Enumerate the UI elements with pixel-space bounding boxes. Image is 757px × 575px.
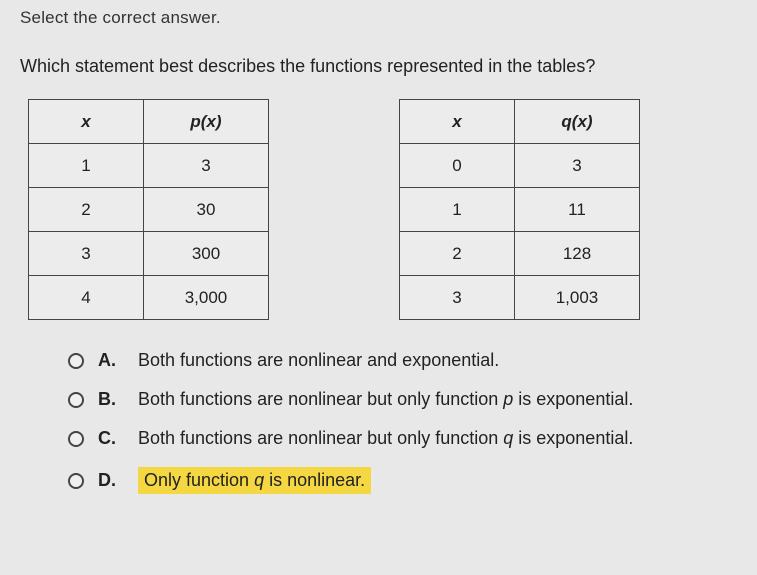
instruction-text: Select the correct answer. — [20, 8, 737, 28]
cell: 1,003 — [515, 276, 640, 320]
option-text: Only function q is nonlinear. — [138, 467, 737, 494]
cell: 2 — [400, 232, 515, 276]
table-row: 3 1,003 — [400, 276, 640, 320]
option-text: Both functions are nonlinear but only fu… — [138, 389, 737, 410]
tables-container: x p(x) 1 3 2 30 3 300 4 3,000 x q(x) 0 3 — [20, 99, 737, 320]
cell: 3 — [515, 144, 640, 188]
option-a[interactable]: A. Both functions are nonlinear and expo… — [68, 350, 737, 371]
text-pre: Both functions are nonlinear but only fu… — [138, 428, 503, 448]
table-q: x q(x) 0 3 1 11 2 128 3 1,003 — [399, 99, 640, 320]
table-row: 3 300 — [29, 232, 269, 276]
option-d[interactable]: D. Only function q is nonlinear. — [68, 467, 737, 494]
text-post: is nonlinear. — [264, 470, 365, 490]
cell: 4 — [29, 276, 144, 320]
option-text: Both functions are nonlinear and exponen… — [138, 350, 737, 371]
radio-icon[interactable] — [68, 392, 84, 408]
cell: 1 — [29, 144, 144, 188]
option-letter: B. — [98, 389, 120, 410]
option-letter: C. — [98, 428, 120, 449]
function-name: q — [503, 428, 513, 448]
radio-icon[interactable] — [68, 473, 84, 489]
text-pre: Only function — [144, 470, 254, 490]
cell: 3,000 — [144, 276, 269, 320]
option-letter: A. — [98, 350, 120, 371]
table-p-header-fx: p(x) — [190, 112, 221, 131]
answer-options: A. Both functions are nonlinear and expo… — [20, 350, 737, 494]
option-letter: D. — [98, 470, 120, 491]
function-name: q — [254, 470, 264, 490]
radio-icon[interactable] — [68, 431, 84, 447]
table-row: 0 3 — [400, 144, 640, 188]
table-row: 2 128 — [400, 232, 640, 276]
table-row: 4 3,000 — [29, 276, 269, 320]
table-q-header-x: x — [452, 112, 461, 131]
table-row: 1 3 — [29, 144, 269, 188]
table-row: 1 11 — [400, 188, 640, 232]
table-q-header-fx: q(x) — [561, 112, 592, 131]
table-p: x p(x) 1 3 2 30 3 300 4 3,000 — [28, 99, 269, 320]
highlighted-answer: Only function q is nonlinear. — [138, 467, 371, 494]
cell: 30 — [144, 188, 269, 232]
table-p-header-x: x — [81, 112, 90, 131]
radio-icon[interactable] — [68, 353, 84, 369]
cell: 11 — [515, 188, 640, 232]
function-name: p — [503, 389, 513, 409]
cell: 2 — [29, 188, 144, 232]
cell: 300 — [144, 232, 269, 276]
text-pre: Both functions are nonlinear but only fu… — [138, 389, 503, 409]
cell: 3 — [144, 144, 269, 188]
text-post: is exponential. — [513, 389, 633, 409]
option-text: Both functions are nonlinear but only fu… — [138, 428, 737, 449]
cell: 0 — [400, 144, 515, 188]
table-row: 2 30 — [29, 188, 269, 232]
option-c[interactable]: C. Both functions are nonlinear but only… — [68, 428, 737, 449]
cell: 128 — [515, 232, 640, 276]
cell: 1 — [400, 188, 515, 232]
question-text: Which statement best describes the funct… — [20, 56, 737, 77]
text-post: is exponential. — [513, 428, 633, 448]
cell: 3 — [29, 232, 144, 276]
option-b[interactable]: B. Both functions are nonlinear but only… — [68, 389, 737, 410]
cell: 3 — [400, 276, 515, 320]
